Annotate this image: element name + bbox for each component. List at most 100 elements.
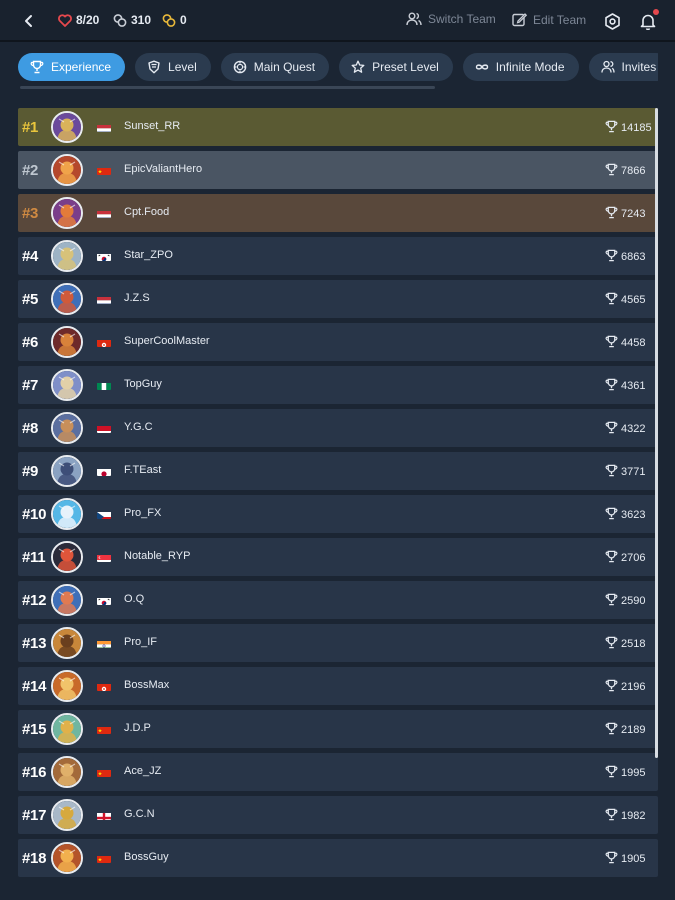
flag-gb-icon [97,810,111,820]
player-name: Cpt.Food [124,206,170,218]
leaderboard-row[interactable]: #6 SuperCoolMaster 4458 [18,323,658,361]
leaderboard-row[interactable]: #8 Y.G.C 4322 [18,409,658,447]
rank-label: #9 [22,462,39,480]
avatar[interactable] [51,756,83,788]
avatar[interactable] [51,412,83,444]
avatar[interactable] [51,541,83,573]
coins-value: 310 [131,13,152,27]
leaderboard-row[interactable]: #4 Star_ZPO 6863 [18,237,658,275]
back-button[interactable] [18,10,40,32]
player-name: Sunset_RR [124,120,181,132]
tab-label: Invites [621,60,657,74]
key-icon [162,13,176,27]
leaderboard-row[interactable]: #13 Pro_IF 2518 [18,624,658,662]
flag-ng-icon [97,380,111,390]
leaderboard-row[interactable]: #14 BossMax 2196 [18,667,658,705]
leaderboard-row[interactable]: #2 EpicValiantHero 7866 [18,151,658,189]
avatar[interactable] [51,154,83,186]
player-name: SuperCoolMaster [124,335,210,347]
leaderboard-row[interactable]: #3 Cpt.Food 7243 [18,194,658,232]
flag-in-icon [97,638,111,648]
switch-team-button[interactable]: Switch Team [406,12,496,26]
score: 2189 [605,722,645,738]
leaderboard-row[interactable]: #1 Sunset_RR 14185 [18,108,658,146]
tab-level[interactable]: Level [135,53,211,81]
flag-nl-icon [97,294,111,304]
avatar[interactable] [51,369,83,401]
avatar[interactable] [51,799,83,831]
player-name: Ace_JZ [124,765,162,777]
rank-label: #8 [22,419,39,437]
avatar[interactable] [51,670,83,702]
rank-label: #12 [22,591,47,609]
users-icon [600,60,615,74]
leaderboard-scrollbar[interactable] [655,108,658,758]
heart-icon [58,13,72,27]
flag-nl-icon [97,208,111,218]
coins-counter: 310 [113,13,151,27]
score: 14185 [605,120,652,136]
avatar[interactable] [51,111,83,143]
trophy-icon [605,679,618,695]
avatar[interactable] [51,326,83,358]
leaderboard-row[interactable]: #7 TopGuy 4361 [18,366,658,404]
tabs-scroll-indicator[interactable] [20,86,435,89]
trophy-icon [605,593,618,609]
score: 4322 [605,421,645,437]
player-name: Pro_IF [124,636,158,648]
avatar[interactable] [51,498,83,530]
tab-invites[interactable]: Invites [588,53,658,81]
score-value: 4322 [621,423,646,435]
score-value: 1995 [621,767,646,779]
leaderboard-row[interactable]: #9 F.TEast 3771 [18,452,658,490]
score: 1982 [605,808,645,824]
trophy-icon [605,421,618,437]
chevron-left-icon [25,15,32,27]
avatar[interactable] [51,197,83,229]
score: 3623 [605,507,645,523]
score: 1905 [605,851,645,867]
tab-main-quest[interactable]: Main Quest [220,53,330,81]
hearts-counter: 8/20 [58,13,99,27]
flag-cn-icon [97,165,111,175]
leaderboard-row[interactable]: #10 Pro_FX 3623 [18,495,658,533]
rank-label: #4 [22,247,39,265]
avatar[interactable] [51,627,83,659]
top-bar: 8/20 310 0 Switch Team Edit Team [0,0,675,42]
leaderboard-row[interactable]: #11 Notable_RYP 2706 [18,538,658,576]
avatar[interactable] [51,584,83,616]
rank-label: #5 [22,290,39,308]
edit-team-button[interactable]: Edit Team [512,12,586,27]
avatar[interactable] [51,842,83,874]
infinity-icon [475,60,489,74]
tab-infinite-mode[interactable]: Infinite Mode [462,53,579,81]
tab-experience[interactable]: Experience [18,53,126,81]
trophy-icon [605,550,618,566]
leaderboard-row[interactable]: #12 O.Q 2590 [18,581,658,619]
leaderboard-row[interactable]: #5 J.Z.S 4565 [18,280,658,318]
hearts-value: 8/20 [76,13,100,27]
leaderboard-row[interactable]: #18 BossGuy 1905 [18,839,658,877]
avatar[interactable] [51,455,83,487]
trophy-icon [605,722,618,738]
score: 7866 [605,163,645,179]
player-name: G.C.N [124,808,155,820]
settings-button[interactable] [602,11,622,31]
rank-label: #11 [22,548,46,566]
avatar[interactable] [51,283,83,315]
leaderboard-row[interactable]: #15 J.D.P 2189 [18,710,658,748]
trophy-icon [605,808,618,824]
avatar[interactable] [51,240,83,272]
notifications-button[interactable] [638,9,659,31]
rank-label: #18 [22,849,47,867]
coins-icon [113,13,127,27]
trophy-icon [30,60,44,74]
tab-preset-level[interactable]: Preset Level [339,53,453,81]
score: 2518 [605,636,645,652]
avatar[interactable] [51,713,83,745]
leaderboard-row[interactable]: #16 Ace_JZ 1995 [18,753,658,791]
tab-label: Main Quest [253,60,316,74]
tab-label: Infinite Mode [495,60,565,74]
leaderboard-row[interactable]: #17 G.C.N 1982 [18,796,658,834]
flag-kr-icon [97,251,111,261]
